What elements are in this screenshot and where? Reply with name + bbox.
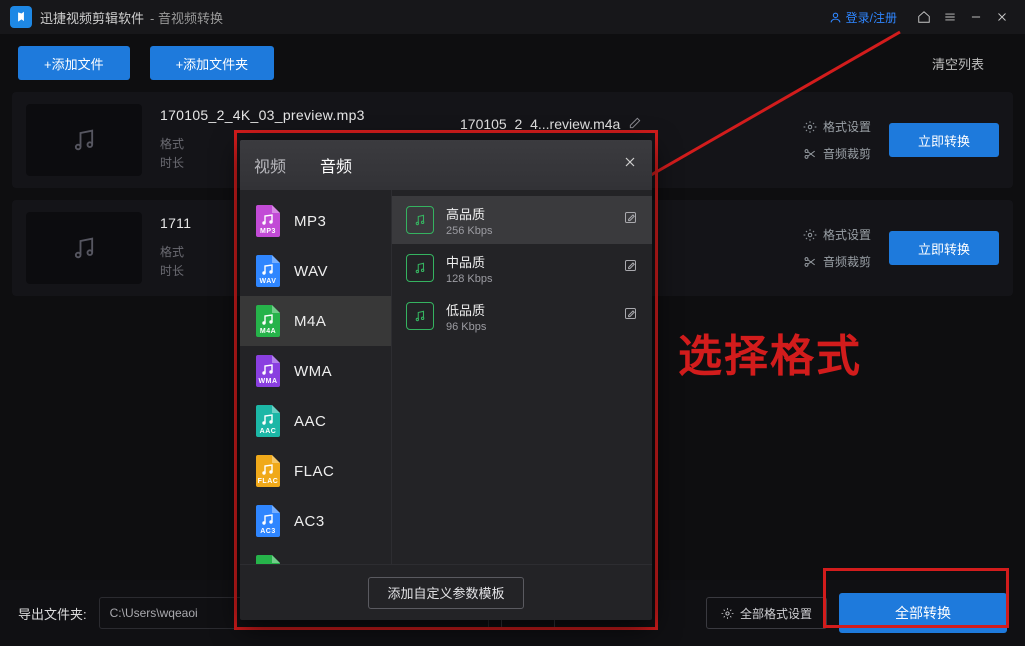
file-thumbnail [26,104,142,176]
file-icon: WAV [254,255,282,287]
file-icon: MP3 [254,205,282,237]
section-name: - 音视频转换 [150,8,223,27]
close-icon[interactable] [622,154,638,175]
file-icon: AAC [254,405,282,437]
toolbar: +添加文件 +添加文件夹 清空列表 [0,34,1025,92]
format-label: AC3 [294,513,325,530]
edit-quality-icon[interactable] [623,210,638,230]
audio-trim-link[interactable]: 音频裁剪 [803,253,871,270]
tab-audio[interactable]: 音频 [320,153,352,177]
clear-list-button[interactable]: 清空列表 [909,46,1007,80]
convert-button[interactable]: 立即转换 [889,231,999,265]
format-settings-label: 格式设置 [823,118,871,135]
all-format-settings-button[interactable]: 全部格式设置 [706,597,827,629]
format-settings-link[interactable]: 格式设置 [803,226,871,243]
format-label: WAV [294,263,328,280]
format-label: FLAC [294,463,334,480]
quality-list: 高品质256 Kbps 中品质128 Kbps 低品质96 Kbps [392,190,652,564]
file-name: 170105_2_4K_03_preview.mp3 [160,107,460,123]
format-popover: 视频 音频 MP3 MP3 WAV WAV M4A M4A WMA WMA AAC AAC FLAC… [240,140,652,620]
quality-text: 低品质96 Kbps [446,300,486,333]
popover-body: MP3 MP3 WAV WAV M4A M4A WMA WMA AAC AAC FLAC FLAC AC… [240,190,652,564]
format-list: MP3 MP3 WAV WAV M4A M4A WMA WMA AAC AAC FLAC FLAC AC… [240,190,392,564]
export-folder-label: 导出文件夹: [18,604,87,623]
app-logo [10,6,32,28]
quality-item[interactable]: 高品质256 Kbps [392,196,652,244]
format-item-wma[interactable]: WMA WMA [240,346,391,396]
format-settings-link[interactable]: 格式设置 [803,118,871,135]
login-link[interactable]: 登录/注册 [829,9,897,26]
format-label: WMA [294,363,332,380]
convert-button[interactable]: 立即转换 [889,123,999,157]
minimize-button[interactable] [963,4,989,30]
format-item-ac3[interactable]: AC3 AC3 [240,496,391,546]
file-icon: AC3 [254,505,282,537]
add-template-button[interactable]: 添加自定义参数模板 [368,577,523,609]
add-folder-button[interactable]: +添加文件夹 [150,46,275,80]
music-icon [406,302,434,330]
quality-item[interactable]: 中品质128 Kbps [392,244,652,292]
file-thumbnail [26,212,142,284]
tab-video[interactable]: 视频 [254,153,286,177]
audio-trim-link[interactable]: 音频裁剪 [803,145,871,162]
file-icon: WMA [254,355,282,387]
audio-trim-label: 音频裁剪 [823,145,871,162]
format-item-mp3[interactable]: MP3 MP3 [240,196,391,246]
app-root: 迅捷视频剪辑软件 - 音视频转换 登录/注册 +添加文件 +添加文件夹 清空列表… [0,0,1025,646]
popover-tabs: 视频 音频 [240,140,652,190]
login-label: 登录/注册 [846,9,897,26]
popover-footer: 添加自定义参数模板 [240,564,652,620]
file-icon: FLAC [254,455,282,487]
format-item-wav[interactable]: WAV WAV [240,246,391,296]
music-icon [406,206,434,234]
format-label: M4A [294,313,326,330]
annotation-rect [823,568,1009,628]
row-ops: 格式设置 音频裁剪 [803,118,871,162]
row-ops: 格式设置 音频裁剪 [803,226,871,270]
format-label: MP3 [294,213,326,230]
edit-quality-icon[interactable] [623,258,638,278]
format-label: AAC [294,413,326,430]
audio-trim-label: 音频裁剪 [823,253,871,270]
app-name: 迅捷视频剪辑软件 [40,8,144,27]
file-icon: M4R [254,555,282,564]
home-button[interactable] [911,4,937,30]
close-button[interactable] [989,4,1015,30]
edit-quality-icon[interactable] [623,306,638,326]
format-item-m4a[interactable]: M4A M4A [240,296,391,346]
titlebar: 迅捷视频剪辑软件 - 音视频转换 登录/注册 [0,0,1025,34]
format-settings-label: 格式设置 [823,226,871,243]
format-item-aac[interactable]: AAC AAC [240,396,391,446]
format-item-m4r[interactable]: M4RM4R [240,546,391,564]
quality-text: 高品质256 Kbps [446,204,492,237]
music-icon [406,254,434,282]
quality-text: 中品质128 Kbps [446,252,492,285]
menu-button[interactable] [937,4,963,30]
add-file-button[interactable]: +添加文件 [18,46,130,80]
annotation-text: 选择格式 [678,320,862,384]
file-icon: M4A [254,305,282,337]
quality-item[interactable]: 低品质96 Kbps [392,292,652,340]
all-format-label: 全部格式设置 [740,605,812,622]
format-item-flac[interactable]: FLAC FLAC [240,446,391,496]
